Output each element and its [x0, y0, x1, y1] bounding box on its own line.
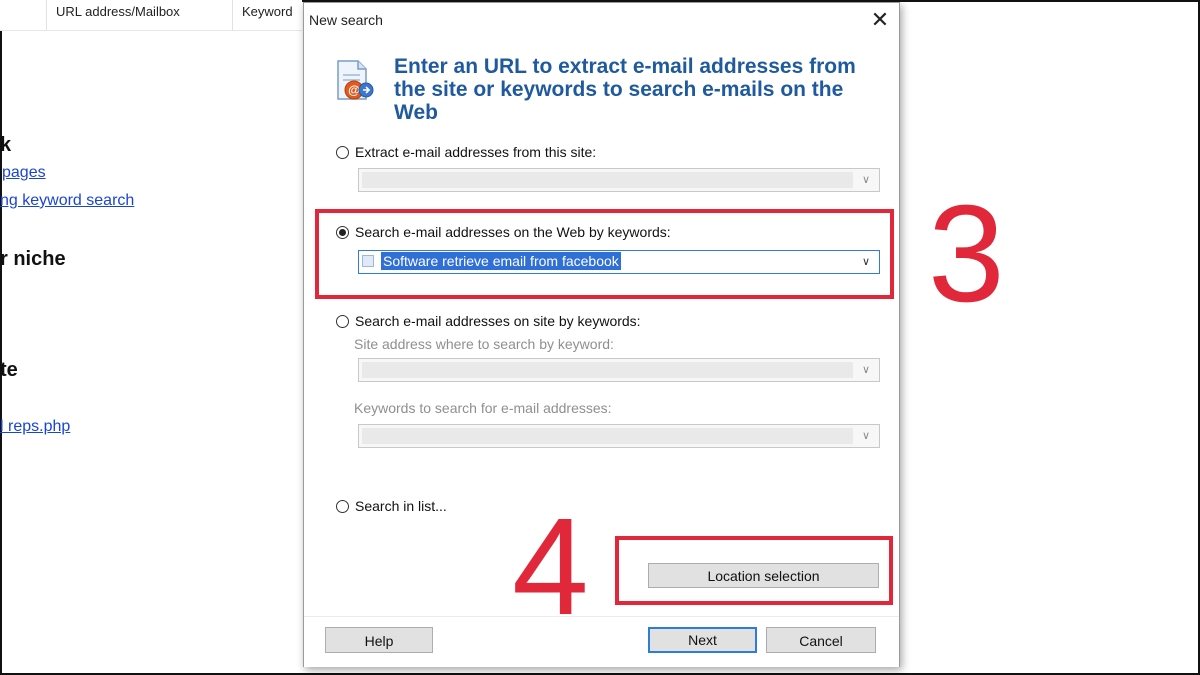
chevron-down-icon[interactable]: ∨	[857, 172, 875, 188]
site-address-label: Site address where to search by keyword:	[354, 336, 614, 352]
keywords-label: Keywords to search for e-mail addresses:	[354, 400, 612, 416]
help-button[interactable]: Help	[325, 627, 433, 653]
background-heading: te	[0, 359, 18, 381]
background-link[interactable]: pages	[2, 164, 46, 182]
cancel-button[interactable]: Cancel	[766, 627, 876, 653]
keyword-input-value[interactable]: Software retrieve email from facebook	[381, 252, 621, 270]
chevron-down-icon[interactable]: ∨	[857, 362, 875, 378]
site-url-combo[interactable]: ∨	[358, 168, 880, 192]
background-link[interactable]: ng keyword search	[0, 192, 134, 210]
radio-extract-site[interactable]: Extract e-mail addresses from this site:	[336, 144, 596, 160]
radio-button[interactable]	[336, 499, 349, 513]
dialog-title: New search	[309, 12, 383, 28]
combo-field[interactable]	[362, 428, 853, 444]
radio-web-keywords[interactable]: Search e-mail addresses on the Web by ke…	[336, 224, 671, 240]
email-extract-icon: @	[337, 60, 374, 100]
step-number-4: 4	[512, 490, 589, 644]
radio-in-list[interactable]: Search in list...	[336, 498, 447, 514]
radio-label: Search e-mail addresses on the Web by ke…	[355, 224, 671, 240]
radio-site-keywords[interactable]: Search e-mail addresses on site by keywo…	[336, 313, 641, 329]
radio-button[interactable]	[336, 145, 349, 159]
close-icon[interactable]: ✕	[867, 7, 893, 33]
next-button[interactable]: Next	[648, 627, 757, 653]
site-keywords-combo[interactable]: ∨	[358, 424, 880, 448]
background-heading: r niche	[0, 248, 66, 270]
radio-label: Search in list...	[355, 498, 447, 514]
combo-field[interactable]	[362, 362, 853, 378]
step-number-3: 3	[928, 177, 1005, 331]
dialog-heading: Enter an URL to extract e-mail addresses…	[394, 55, 856, 124]
location-selection-button[interactable]: Location selection	[648, 563, 879, 588]
column-separator	[232, 0, 233, 30]
chevron-down-icon[interactable]: ∨	[857, 428, 875, 444]
dialog-title-bar[interactable]: New search ✕	[304, 3, 899, 35]
site-address-combo[interactable]: ∨	[358, 358, 880, 382]
combo-field[interactable]	[362, 172, 853, 188]
radio-label: Search e-mail addresses on site by keywo…	[355, 313, 641, 329]
radio-label: Extract e-mail addresses from this site:	[355, 144, 597, 160]
radio-button-selected[interactable]	[336, 225, 349, 239]
background-heading: k	[0, 134, 12, 156]
new-search-dialog: New search ✕ @ Enter an URL to extract e…	[303, 2, 900, 667]
chevron-down-icon[interactable]: ∨	[857, 254, 875, 270]
column-header-keyword[interactable]: Keyword	[242, 4, 293, 19]
column-separator	[46, 0, 47, 30]
dialog-footer: Help Next Cancel	[304, 616, 899, 667]
background-link[interactable]: l reps.php	[0, 418, 70, 436]
keyword-combo[interactable]: Software retrieve email from facebook ∨	[358, 250, 880, 274]
column-header-url[interactable]: URL address/Mailbox	[56, 4, 180, 19]
svg-text:@: @	[348, 83, 360, 97]
radio-button[interactable]	[336, 314, 349, 328]
history-icon	[362, 255, 374, 267]
list-header: URL address/Mailbox Keyword	[0, 0, 302, 31]
